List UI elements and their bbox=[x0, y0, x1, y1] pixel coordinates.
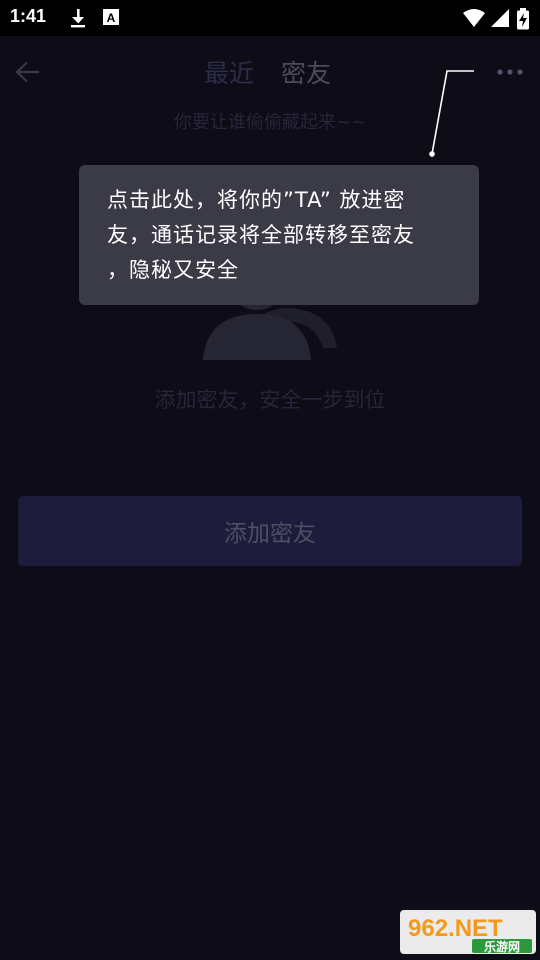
add-friend-button[interactable]: 添加密友 bbox=[18, 496, 522, 566]
guide-tooltip[interactable]: 点击此处，将你的”TA” 放进密 友，通话记录将全部转移至密友 ，隐秘又安全 bbox=[79, 165, 479, 305]
tooltip-line: 友，通话记录将全部转移至密友 bbox=[107, 223, 415, 247]
screen: 1:41 A 最近 密友 你要让谁偷偷藏起来~~ 点击此处，将你的”TA” 放进… bbox=[0, 0, 540, 960]
add-friend-button-label: 添加密友 bbox=[224, 521, 316, 547]
watermark-sub: 乐游网 bbox=[484, 939, 520, 954]
tooltip-line: ，隐秘又安全 bbox=[107, 258, 239, 282]
empty-state-text: 添加密友，安全一步到位 bbox=[154, 388, 386, 412]
watermark-brand: 962.NET bbox=[408, 915, 503, 942]
tooltip-line: 点击此处，将你的”TA” 放进密 bbox=[107, 188, 406, 212]
watermark-logo: 962.NET 乐游网 bbox=[400, 908, 536, 956]
